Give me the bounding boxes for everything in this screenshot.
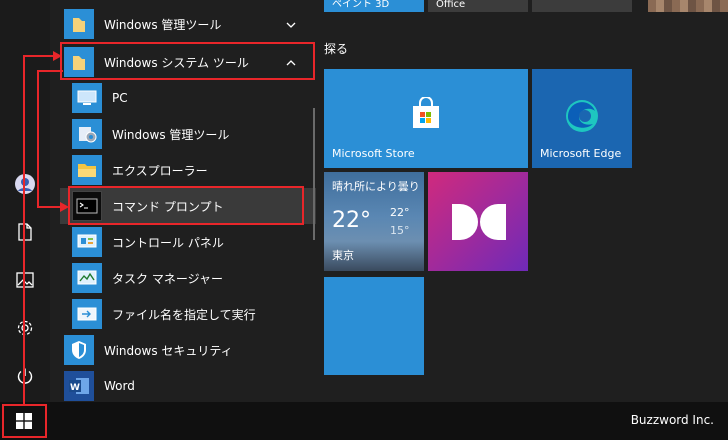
word-icon: W	[64, 371, 94, 401]
annotation-command-prompt-box	[68, 186, 304, 225]
brand-watermark: Buzzword Inc.	[630, 413, 714, 427]
tiles-area: ペイント 3D Office 探る Microsoft Store Micros…	[316, 0, 728, 402]
app-list-scrollbar[interactable]	[313, 108, 315, 240]
app-item-label: エクスプローラー	[112, 163, 208, 178]
app-item-label: ファイル名を指定して実行	[112, 307, 256, 322]
tile-label: Microsoft Edge	[540, 147, 622, 160]
app-item-label: Word	[104, 379, 135, 393]
app-item-control-panel[interactable]: コントロール パネル	[60, 224, 316, 260]
tile-label: ペイント 3D	[332, 0, 390, 10]
tile-unknown[interactable]	[532, 0, 632, 12]
start-rail	[0, 0, 50, 402]
edge-logo-icon	[565, 99, 599, 136]
app-item-task-manager[interactable]: タスク マネージャー	[60, 260, 316, 296]
tile-photo-mosaic[interactable]	[648, 0, 728, 12]
admin-tools-icon	[72, 119, 102, 149]
tile-microsoft-store[interactable]: Microsoft Store	[324, 69, 528, 168]
taskbar: Buzzword Inc.	[0, 402, 728, 440]
pc-icon	[72, 83, 102, 113]
power-icon[interactable]	[13, 364, 37, 388]
app-item-label: Windows 管理ツール	[104, 17, 222, 32]
task-manager-icon	[72, 263, 102, 293]
run-icon	[72, 299, 102, 329]
user-avatar-icon[interactable]	[13, 172, 37, 196]
tile-paint-3d[interactable]: ペイント 3D	[324, 0, 424, 12]
app-item-word[interactable]: W Word	[60, 368, 316, 402]
tile-label: Office	[436, 0, 466, 10]
weather-city: 東京	[332, 249, 354, 262]
annotation-arrowhead-1	[53, 51, 62, 61]
tile-office[interactable]: Office	[428, 0, 528, 12]
annotation-line-horizontal-2	[37, 70, 63, 72]
pictures-icon[interactable]	[13, 268, 37, 292]
documents-icon[interactable]	[13, 220, 37, 244]
settings-gear-icon[interactable]	[13, 316, 37, 340]
app-item-label: PC	[112, 91, 128, 105]
annotation-line-vertical-2	[37, 70, 39, 208]
tile-label: Microsoft Store	[332, 147, 415, 160]
weather-condition: 晴れ所により曇り	[332, 180, 420, 193]
weather-current-temp: 22°	[332, 208, 371, 233]
svg-text:W: W	[70, 383, 80, 393]
control-panel-icon	[72, 227, 102, 257]
tile-blank[interactable]	[324, 277, 424, 375]
app-item-run[interactable]: ファイル名を指定して実行	[60, 296, 316, 332]
tile-microsoft-edge[interactable]: Microsoft Edge	[532, 69, 632, 168]
app-item-file-explorer[interactable]: エクスプローラー	[60, 152, 316, 188]
app-item-label: タスク マネージャー	[112, 271, 223, 286]
app-item-label: Windows セキュリティ	[104, 343, 233, 358]
dolby-logo-icon	[450, 202, 508, 245]
tile-dolby[interactable]	[428, 172, 528, 271]
folder-icon	[64, 9, 94, 39]
app-item-label: Windows 管理ツール	[112, 127, 230, 142]
chevron-down-icon	[286, 18, 296, 32]
annotation-system-tools-box	[60, 42, 315, 80]
app-item-windows-admin-tools[interactable]: Windows 管理ツール	[60, 116, 316, 152]
app-item-windows-security[interactable]: Windows セキュリティ	[60, 332, 316, 368]
annotation-line-horizontal-3	[37, 206, 61, 208]
annotation-arrowhead-2	[60, 202, 69, 212]
file-explorer-icon	[72, 155, 102, 185]
windows-security-icon	[64, 335, 94, 365]
tile-weather[interactable]: 晴れ所により曇り 22° 22° 15° 東京	[324, 172, 424, 271]
annotation-start-box	[2, 404, 47, 438]
app-item-pc[interactable]: PC	[60, 80, 316, 116]
store-bag-icon	[411, 96, 441, 132]
annotation-line-vertical-1	[23, 55, 25, 405]
app-item-label: コントロール パネル	[112, 235, 224, 250]
weather-low-temp: 15°	[390, 224, 410, 237]
weather-high-temp: 22°	[390, 206, 410, 219]
tile-group-label: 探る	[324, 42, 349, 56]
app-item-windows-admin-tools-folder[interactable]: Windows 管理ツール	[60, 6, 316, 42]
